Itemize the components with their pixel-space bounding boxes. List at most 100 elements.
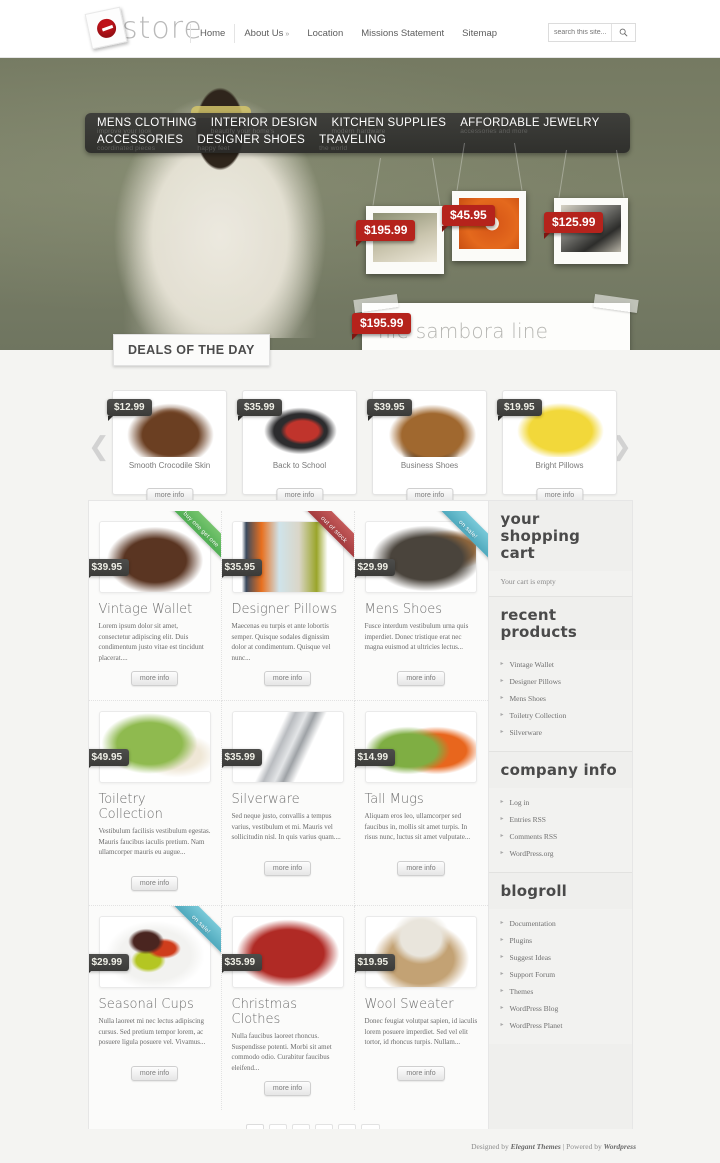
mainnav-item-accessories[interactable]: ACCESSORIES coordinated pieces <box>97 134 183 154</box>
topnav-item-sitemap[interactable]: Sitemap <box>453 24 506 43</box>
deal-card[interactable]: $19.95 Bright Pillows more info <box>497 390 617 503</box>
hanging-frame-3[interactable]: $125.99 <box>544 149 628 264</box>
product-more-info-button[interactable]: more info <box>397 671 445 686</box>
topnav-item-location[interactable]: Location <box>298 24 352 43</box>
topnav-item-missions-statement[interactable]: Missions Statement <box>352 24 453 43</box>
product-price: $35.99 <box>221 954 263 976</box>
blogroll-list: Documentation Plugins Suggest Ideas Supp… <box>501 915 620 1034</box>
product-description: Fusce interdum vestibulum urna quis impe… <box>364 622 469 651</box>
list-item[interactable]: Themes <box>501 983 620 1000</box>
product-price: $35.95 <box>221 559 263 581</box>
footer-designer[interactable]: Elegant Themes <box>511 1142 561 1151</box>
product-price: $29.99 <box>88 954 130 976</box>
list-item[interactable]: WordPress Planet <box>501 1017 620 1034</box>
product-card[interactable]: $35.99 Silverware Sed neque justo, conva… <box>221 701 355 906</box>
product-price: $35.99 <box>221 749 263 771</box>
product-image <box>231 521 344 593</box>
product-image <box>98 521 211 593</box>
product-description: Sed neque justo, convallis a tempus vari… <box>231 812 341 841</box>
footer-platform[interactable]: Wordpress <box>604 1142 636 1151</box>
hanging-frame-2[interactable]: $45.95 <box>442 142 526 261</box>
deal-price: $12.99 <box>107 399 152 421</box>
list-item[interactable]: Suggest Ideas <box>501 949 620 966</box>
product-more-info-button[interactable]: more info <box>263 861 312 876</box>
product-card[interactable]: $14.99 Tall Mugs Aliquam eros leo, ullam… <box>354 701 488 906</box>
list-item[interactable]: Silverware <box>501 724 620 741</box>
list-item[interactable]: Plugins <box>501 932 620 949</box>
product-card[interactable]: $19.95 Wool Sweater Donec feugiat volutp… <box>354 906 488 1110</box>
list-item[interactable]: WordPress.org <box>501 845 620 862</box>
hanging-frame-1[interactable]: $195.99 <box>356 157 444 274</box>
product-card[interactable]: on sale! $29.99 Seasonal Cups Nulla laor… <box>88 906 222 1110</box>
widget-company-info: company info Log in Entries RSS Comments… <box>488 752 632 873</box>
list-item[interactable]: Vintage Wallet <box>501 656 620 673</box>
list-item[interactable]: Documentation <box>501 915 620 932</box>
mainnav-item-affordable-jewelry[interactable]: AFFORDABLE JEWELRY accessories and more <box>460 117 599 137</box>
recent-products-list: Vintage Wallet Designer Pillows Mens Sho… <box>501 656 620 741</box>
product-card[interactable]: out of stock $35.95 Designer Pillows Mae… <box>221 511 355 701</box>
deal-price: $39.95 <box>367 399 412 421</box>
topnav-item-home[interactable]: Home <box>190 24 236 43</box>
top-navigation: Home About Us» Location Missions Stateme… <box>190 24 506 43</box>
product-price: $49.95 <box>88 749 130 771</box>
widget-body: Vintage Wallet Designer Pillows Mens Sho… <box>488 650 632 751</box>
product-image <box>364 711 477 783</box>
footer-prefix: Designed by <box>471 1141 511 1151</box>
widget-body: Documentation Plugins Suggest Ideas Supp… <box>488 909 632 1044</box>
list-item[interactable]: Comments RSS <box>501 828 620 845</box>
product-name: Designer Pillows <box>231 602 338 617</box>
product-description: Nulla faucibus laoreet rhoncus. Suspendi… <box>231 1032 332 1072</box>
product-card[interactable]: $35.99 Christmas Clothes Nulla faucibus … <box>221 906 355 1110</box>
mainnav-item-traveling[interactable]: TRAVELING the world <box>319 134 386 154</box>
search-button[interactable] <box>611 24 635 41</box>
widget-title-line1: your <box>500 510 540 528</box>
frame-wire <box>616 149 625 198</box>
deal-card[interactable]: $12.99 Smooth Crocodile Skin more info <box>107 390 227 503</box>
product-more-info-button[interactable]: more info <box>130 1066 179 1081</box>
product-card[interactable]: $49.95 Toiletry Collection Vestibulum fa… <box>88 701 222 906</box>
product-more-info-button[interactable]: more info <box>263 1081 312 1096</box>
deal-card[interactable]: $35.99 Back to School more info <box>237 390 357 503</box>
mainnav-item-designer-shoes[interactable]: DESIGNER SHOES happy feet <box>197 134 305 154</box>
list-item[interactable]: Toiletry Collection <box>501 707 620 724</box>
topnav-label: Missions Statement <box>361 28 445 39</box>
frame-photo-2[interactable] <box>452 191 526 261</box>
product-more-info-button[interactable]: more info <box>397 861 445 876</box>
search-box[interactable] <box>548 23 636 42</box>
product-name: Seasonal Cups <box>98 997 194 1012</box>
list-item[interactable]: Support Forum <box>501 966 620 983</box>
featured-price-tag: $195.99 <box>352 313 412 340</box>
topnav-label: Sitemap <box>462 28 498 39</box>
topnav-item-about-us[interactable]: About Us» <box>235 24 298 43</box>
frame-wire <box>558 149 567 198</box>
product-more-info-button[interactable]: more info <box>263 671 312 686</box>
product-more-info-button[interactable]: more info <box>130 876 179 891</box>
product-card[interactable]: buy one get one $39.95 Vintage Wallet Lo… <box>88 511 222 701</box>
list-item[interactable]: Designer Pillows <box>501 673 620 690</box>
deals-of-the-day-tab: DEALS OF THE DAY <box>113 334 270 366</box>
tape-decoration <box>353 294 399 313</box>
site-logo[interactable]: store <box>84 6 203 50</box>
list-item[interactable]: Mens Shoes <box>501 690 620 707</box>
product-description: Nulla laoreet mi nec lectus adipiscing c… <box>98 1017 206 1046</box>
deals-of-the-day-section: DEALS OF THE DAY ❮ ❯ $12.99 Smooth Croco… <box>0 334 720 503</box>
list-item[interactable]: WordPress Blog <box>501 1000 620 1017</box>
mainnav-subtitle: happy feet <box>197 145 230 152</box>
deal-card[interactable]: $39.95 Business Shoes more info <box>367 390 487 503</box>
carousel-prev-button[interactable]: ❮ <box>88 434 110 460</box>
topnav-label: Home <box>200 28 226 39</box>
frame-wire <box>372 157 381 206</box>
product-description: Aliquam eros leo, ullamcorper sed faucib… <box>364 812 471 841</box>
product-more-info-button[interactable]: more info <box>397 1066 445 1081</box>
list-item[interactable]: Entries RSS <box>501 811 620 828</box>
widget-body: Log in Entries RSS Comments RSS WordPres… <box>488 788 632 872</box>
product-description: Maecenas eu turpis et ante lobortis semp… <box>231 622 331 662</box>
product-more-info-button[interactable]: more info <box>130 671 179 686</box>
deal-name: Smooth Crocodile Skin <box>128 461 211 470</box>
widget-shopping-cart: your shopping cart Your cart is empty <box>488 501 632 597</box>
product-price: $39.95 <box>88 559 130 581</box>
list-item[interactable]: Log in <box>501 794 620 811</box>
product-card[interactable]: on sale! $29.99 Mens Shoes Fusce interdu… <box>354 511 488 701</box>
company-info-list: Log in Entries RSS Comments RSS WordPres… <box>501 794 620 862</box>
search-input[interactable] <box>549 24 611 41</box>
